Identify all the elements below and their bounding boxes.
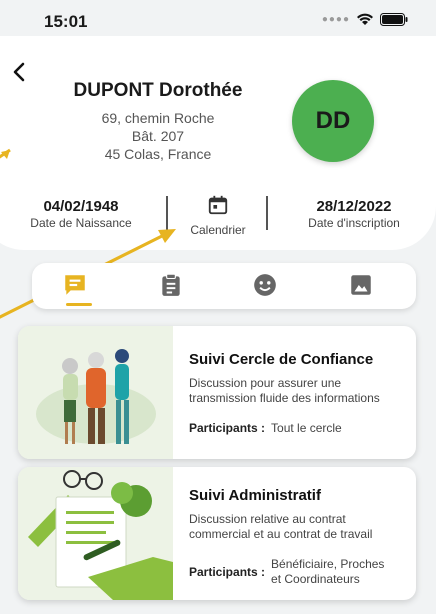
- signal-icon: ●●●●: [321, 13, 350, 25]
- address-line-1: 69, chemin Roche: [101, 110, 215, 126]
- signup-date-block: 28/12/2022 Date d'inscription: [292, 198, 416, 230]
- back-arrow-icon[interactable]: [8, 60, 32, 84]
- conversation-card[interactable]: Suivi Administratif Discussion relative …: [18, 467, 416, 600]
- calendar-button[interactable]: Calendrier: [180, 194, 256, 237]
- address-line-3: 45 Colas, France: [104, 146, 212, 162]
- participants-line-2: et Coordinateurs: [271, 572, 360, 586]
- calendar-icon: [208, 195, 228, 215]
- participants-label: Participants :: [189, 421, 266, 435]
- avatar-initials: DD: [315, 107, 351, 134]
- birth-date-block: 04/02/1948 Date de Naissance: [20, 198, 142, 230]
- conversation-card[interactable]: Suivi Cercle de Confiance Discussion pou…: [18, 326, 416, 459]
- card-description-line-1: Discussion pour assurer une: [189, 376, 342, 390]
- signup-date-label: Date d'inscription: [308, 216, 400, 230]
- tab-clipboard[interactable]: [158, 272, 184, 298]
- divider: [166, 196, 168, 230]
- status-icons: ●●●●: [322, 12, 408, 26]
- administrative-illustration: [18, 467, 173, 600]
- tab-image[interactable]: [348, 272, 374, 298]
- profile-name: DUPONT Dorothée: [73, 80, 243, 101]
- status-time: 15:01: [44, 12, 88, 31]
- address-line-2: Bât. 207: [131, 128, 185, 144]
- avatar[interactable]: DD: [292, 80, 374, 162]
- participants-value: Tout le cercle: [271, 421, 342, 435]
- card-participants: Participants : Tout le cercle: [189, 421, 342, 435]
- tab-bar: [32, 263, 416, 309]
- signup-date: 28/12/2022: [316, 198, 392, 215]
- birth-date: 04/02/1948: [43, 198, 119, 215]
- divider: [266, 196, 268, 230]
- participants-value: Bénéficiaire, Proches et Coordinateurs: [271, 557, 384, 587]
- battery-icon: [380, 12, 408, 26]
- card-participants: Participants : Bénéficiaire, Proches et …: [189, 557, 384, 587]
- tab-chat[interactable]: [62, 272, 88, 298]
- tab-face[interactable]: [252, 272, 278, 298]
- card-title: Suivi Administratif: [189, 487, 321, 504]
- calendar-label: Calendrier: [190, 223, 246, 237]
- card-description-line-2: commercial et au contrat de travail: [189, 527, 373, 541]
- tab-indicator: [66, 303, 92, 306]
- trust-circle-illustration: [18, 326, 173, 459]
- participants-line-1: Bénéficiaire, Proches: [271, 557, 385, 571]
- card-title: Suivi Cercle de Confiance: [189, 351, 374, 368]
- birth-date-label: Date de Naissance: [30, 216, 132, 230]
- card-description-line-1: Discussion relative au contrat: [189, 512, 346, 526]
- card-description-line-2: transmission fluide des informations: [189, 391, 380, 405]
- participants-label: Participants :: [189, 565, 266, 579]
- wifi-icon: [357, 13, 373, 25]
